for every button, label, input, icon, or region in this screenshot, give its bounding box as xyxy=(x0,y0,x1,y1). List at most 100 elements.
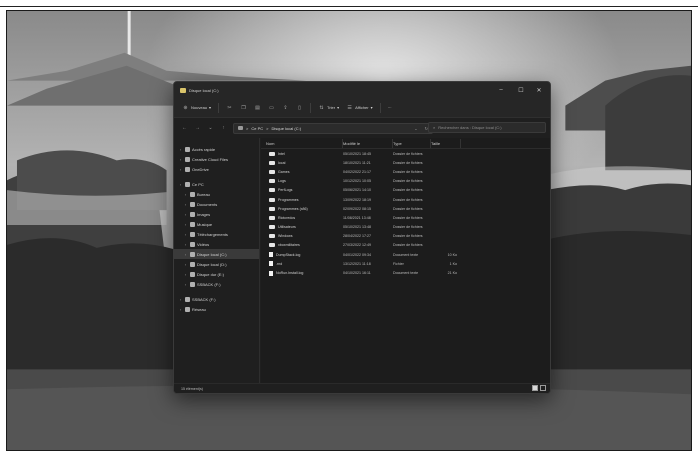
file-name: .rnd xyxy=(276,261,283,266)
file-row[interactable]: xboxmilitaires 27/03/2022 12:49 Dossier de… xyxy=(261,241,550,250)
paste-icon[interactable]: ▤ xyxy=(254,104,261,111)
expand-chevron-icon[interactable]: › xyxy=(178,167,183,172)
chevron-down-icon[interactable]: ⌄ xyxy=(414,126,417,131)
expand-chevron-icon[interactable]: › xyxy=(178,182,183,187)
expand-chevron-icon[interactable]: › xyxy=(183,212,188,217)
cut-icon[interactable]: ✂ xyxy=(226,104,233,111)
expand-chevron-icon[interactable]: › xyxy=(183,242,188,247)
expand-chevron-icon[interactable]: › xyxy=(183,262,188,267)
folder-icon xyxy=(269,206,275,211)
expand-chevron-icon[interactable]: › xyxy=(183,192,188,197)
folder-icon xyxy=(269,188,275,193)
sidebar-item[interactable]: › Images xyxy=(174,209,259,219)
file-row[interactable]: Programmes (x86) 02/09/2022 08:15 Dossier … xyxy=(261,204,550,213)
back-arrow-icon[interactable]: ← xyxy=(181,125,188,131)
sidebar-item[interactable]: › Disque local (D:) xyxy=(174,259,259,269)
sidebar-item-label: Creative Cloud Files xyxy=(192,156,229,162)
expand-chevron-icon[interactable]: › xyxy=(183,252,188,257)
sidebar-item[interactable]: › Vidéos xyxy=(174,239,259,249)
sidebar-item[interactable]: › Musique xyxy=(174,219,259,229)
rename-icon[interactable]: ▭ xyxy=(268,104,275,111)
column-header-name[interactable]: Nom xyxy=(261,138,343,148)
expand-chevron-icon[interactable]: › xyxy=(178,157,183,162)
file-name: Windows xyxy=(278,234,293,239)
sidebar-item[interactable]: › SSBACK (F:) xyxy=(174,279,259,289)
sidebar-item[interactable]: › Creative Cloud Files xyxy=(174,154,259,164)
breadcrumb-separator: > xyxy=(246,125,249,131)
sidebar-item[interactable]: › SSBACK (F:) xyxy=(174,294,259,304)
file-row[interactable]: local 18/10/2021 11:21 Dossier de fichiers xyxy=(261,158,550,167)
divider xyxy=(218,102,220,113)
column-header-size[interactable]: Taille xyxy=(431,138,461,148)
divider xyxy=(310,102,312,113)
file-row[interactable]: Riotcredos 11/08/2021 13:48 Dossier de fic… xyxy=(261,213,550,222)
expand-chevron-icon[interactable]: › xyxy=(183,222,188,227)
file-row[interactable]: Programmes 13/09/2022 18:19 Dossier de fic… xyxy=(261,195,550,204)
breadcrumb-item-pc[interactable]: Ce PC xyxy=(251,126,263,131)
sidebar-item-label: Réseau xyxy=(192,306,206,312)
expand-chevron-icon[interactable]: › xyxy=(183,282,188,287)
expand-chevron-icon[interactable]: › xyxy=(178,297,183,302)
network-icon xyxy=(185,306,190,312)
drive-icon xyxy=(190,281,195,287)
sidebar-item[interactable]: › Disque dur (E:) xyxy=(174,269,259,279)
file-row[interactable]: Logs 10/12/2021 10:05 Dossier de fichiers xyxy=(261,177,550,186)
file-name: Programmes xyxy=(278,197,299,202)
file-row[interactable]: Intel 05/10/2021 18:45 Dossier de fichiers xyxy=(261,149,550,158)
file-row[interactable]: Utilisateurs 05/10/2021 13:48 Dossier de f… xyxy=(261,223,550,232)
sidebar-item[interactable]: › Documents xyxy=(174,199,259,209)
view-button[interactable]: ☰ Afficher ▾ xyxy=(346,104,373,111)
tiles-view-icon[interactable] xyxy=(540,385,546,391)
expand-chevron-icon[interactable]: › xyxy=(178,307,183,312)
command-bar: ⊕ Nouveau ▾ ✂ ❐ ▤ ▭ ⇪ ▯ ⇅ Trier ▾ ☰ Affi… xyxy=(174,98,550,118)
up-arrow-icon[interactable]: ↑ xyxy=(220,125,227,131)
expand-chevron-icon[interactable]: › xyxy=(183,272,188,277)
sidebar-item[interactable]: › Accès rapide xyxy=(174,144,259,154)
file-date: 05/06/2021 14:10 xyxy=(343,188,371,193)
sidebar-item[interactable]: › Disque local (C:) xyxy=(174,249,259,259)
file-name-cell: DumpStack.log xyxy=(261,252,343,258)
forward-arrow-icon[interactable]: → xyxy=(194,125,201,131)
video-icon xyxy=(190,241,195,247)
recent-chevron-icon[interactable]: ⌄ xyxy=(207,125,214,131)
file-type: Dossier de fichiers xyxy=(393,243,423,248)
column-header-date[interactable]: Modifié le xyxy=(343,138,393,148)
file-name-cell: Riotcredos xyxy=(261,215,343,220)
close-button[interactable]: ✕ xyxy=(530,82,548,98)
new-button[interactable]: ⊕ Nouveau ▾ xyxy=(182,104,211,111)
column-header-type[interactable]: Type xyxy=(393,138,431,148)
file-row[interactable]: PerfLogs 05/06/2021 14:10 Dossier de fichi… xyxy=(261,186,550,195)
breadcrumb-item-drive[interactable]: Disque local (C:) xyxy=(271,126,301,131)
maximize-button[interactable]: ☐ xyxy=(512,82,530,98)
search-input[interactable]: ⌕ Rechercher dans : Disque local (C:) xyxy=(428,122,546,133)
desktop-icon xyxy=(190,191,195,197)
expand-chevron-icon[interactable]: › xyxy=(183,202,188,207)
more-options-button[interactable]: ··· xyxy=(388,105,392,110)
file-row[interactable]: DumpStack.log 04/01/2022 09:34 Document te… xyxy=(261,250,550,259)
address-bar[interactable]: > Ce PC > Disque local (C:) ⌄ ↻ xyxy=(233,122,433,134)
file-size: 1 Ko xyxy=(449,261,457,266)
expand-chevron-icon[interactable]: › xyxy=(183,232,188,237)
file-name: NoRun.Install.log xyxy=(276,271,304,276)
sort-button[interactable]: ⇅ Trier ▾ xyxy=(318,104,339,111)
sidebar-item[interactable]: › OneDrive xyxy=(174,164,259,174)
details-view-icon[interactable] xyxy=(532,385,538,391)
sidebar-item-label: SSBACK (F:) xyxy=(192,296,216,302)
sidebar-item[interactable]: › Bureau xyxy=(174,189,259,199)
minimize-button[interactable]: – xyxy=(492,82,510,98)
share-icon[interactable]: ⇪ xyxy=(282,104,289,111)
sidebar-item-label: Accès rapide xyxy=(192,146,216,152)
copy-icon[interactable]: ❐ xyxy=(240,104,247,111)
expand-chevron-icon[interactable]: › xyxy=(178,147,183,152)
title-bar[interactable]: Disque local (C:) – ☐ ✕ xyxy=(174,82,550,98)
sidebar-item[interactable]: › Ce PC xyxy=(174,179,259,189)
file-row[interactable]: .rnd 13/12/2021 11:18 Fichier 1 Ko xyxy=(261,259,550,268)
file-row[interactable]: Games 04/02/2022 21:17 Dossier de fichiers xyxy=(261,167,550,176)
sidebar-item[interactable]: › Réseau xyxy=(174,304,259,314)
delete-icon[interactable]: ▯ xyxy=(296,104,303,111)
file-row[interactable]: NoRun.Install.log 04/10/2021 16:11 Documen… xyxy=(261,268,550,277)
file-row[interactable]: Windows 28/04/2022 17:27 Dossier de fichie… xyxy=(261,232,550,241)
chevron-down-icon: ▾ xyxy=(370,105,373,110)
sidebar-item[interactable]: › Téléchargements xyxy=(174,229,259,239)
file-explorer-window[interactable]: Disque local (C:) – ☐ ✕ ⊕ Nouveau ▾ ✂ ❐ … xyxy=(173,81,551,394)
